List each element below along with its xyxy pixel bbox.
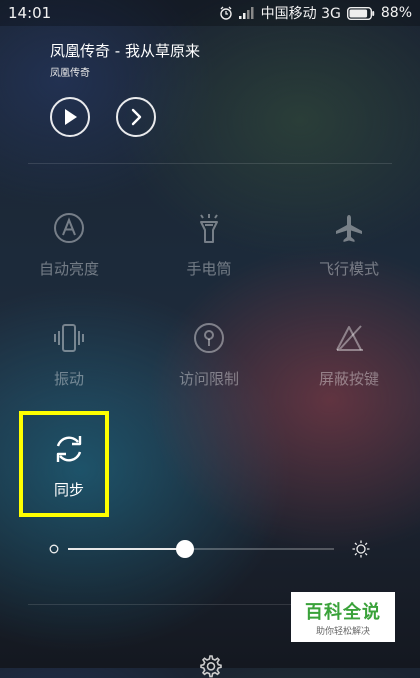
- toggle-access-restriction[interactable]: 访问限制: [149, 322, 269, 432]
- toggle-block-keys[interactable]: 屏蔽按键: [289, 322, 409, 432]
- toggle-label: 振动: [53, 370, 84, 388]
- battery-percent: 88%: [380, 5, 412, 21]
- toggle-label: 访问限制: [178, 370, 239, 388]
- battery-icon: [346, 6, 375, 20]
- play-button[interactable]: [50, 97, 90, 137]
- highlight-box: [19, 411, 109, 517]
- toggle-label: 屏蔽按键: [318, 370, 379, 388]
- vibrate-icon: [53, 322, 85, 354]
- toggle-label: 自动亮度: [38, 260, 99, 278]
- brightness-high-icon: [352, 540, 370, 558]
- status-icons: 中国移动 3G 88%: [219, 4, 412, 22]
- flashlight-icon: [193, 212, 225, 244]
- watermark-title: 百科全说: [305, 602, 381, 623]
- settings-gear-icon[interactable]: [198, 654, 222, 678]
- toggle-label: 飞行模式: [318, 260, 379, 278]
- song-artist: 凤凰传奇: [50, 68, 90, 79]
- toggle-label: 手电筒: [186, 260, 232, 278]
- song-title: 凤凰传奇 - 我从草原来: [50, 42, 200, 60]
- status-bar: 14:01 中国移动 3G 88%: [0, 0, 420, 26]
- next-icon: [131, 108, 142, 126]
- brightness-slider-thumb[interactable]: [176, 540, 195, 558]
- divider: [28, 163, 392, 164]
- access-restriction-icon: [193, 322, 225, 354]
- toggle-auto-brightness[interactable]: 自动亮度: [9, 212, 129, 322]
- carrier-label: 中国移动 3G: [260, 6, 341, 22]
- next-button[interactable]: [116, 97, 156, 137]
- block-keys-icon: [333, 322, 365, 354]
- play-icon: [65, 109, 77, 125]
- airplane-icon: [333, 212, 365, 244]
- alarm-icon: [219, 6, 232, 20]
- signal-icon: [238, 7, 254, 19]
- watermark-logo: 百科全说 助你轻松解决: [291, 592, 395, 642]
- status-time: 14:01: [8, 4, 52, 22]
- brightness-track[interactable]: [185, 548, 334, 550]
- watermark-subtitle: 助你轻松解决: [315, 627, 370, 637]
- brightness-low-icon: [49, 544, 59, 554]
- toggle-airplane-mode[interactable]: 飞行模式: [289, 212, 409, 322]
- auto-brightness-icon: [53, 212, 85, 244]
- toggle-flashlight[interactable]: 手电筒: [149, 212, 269, 322]
- brightness-track-filled: [68, 548, 186, 550]
